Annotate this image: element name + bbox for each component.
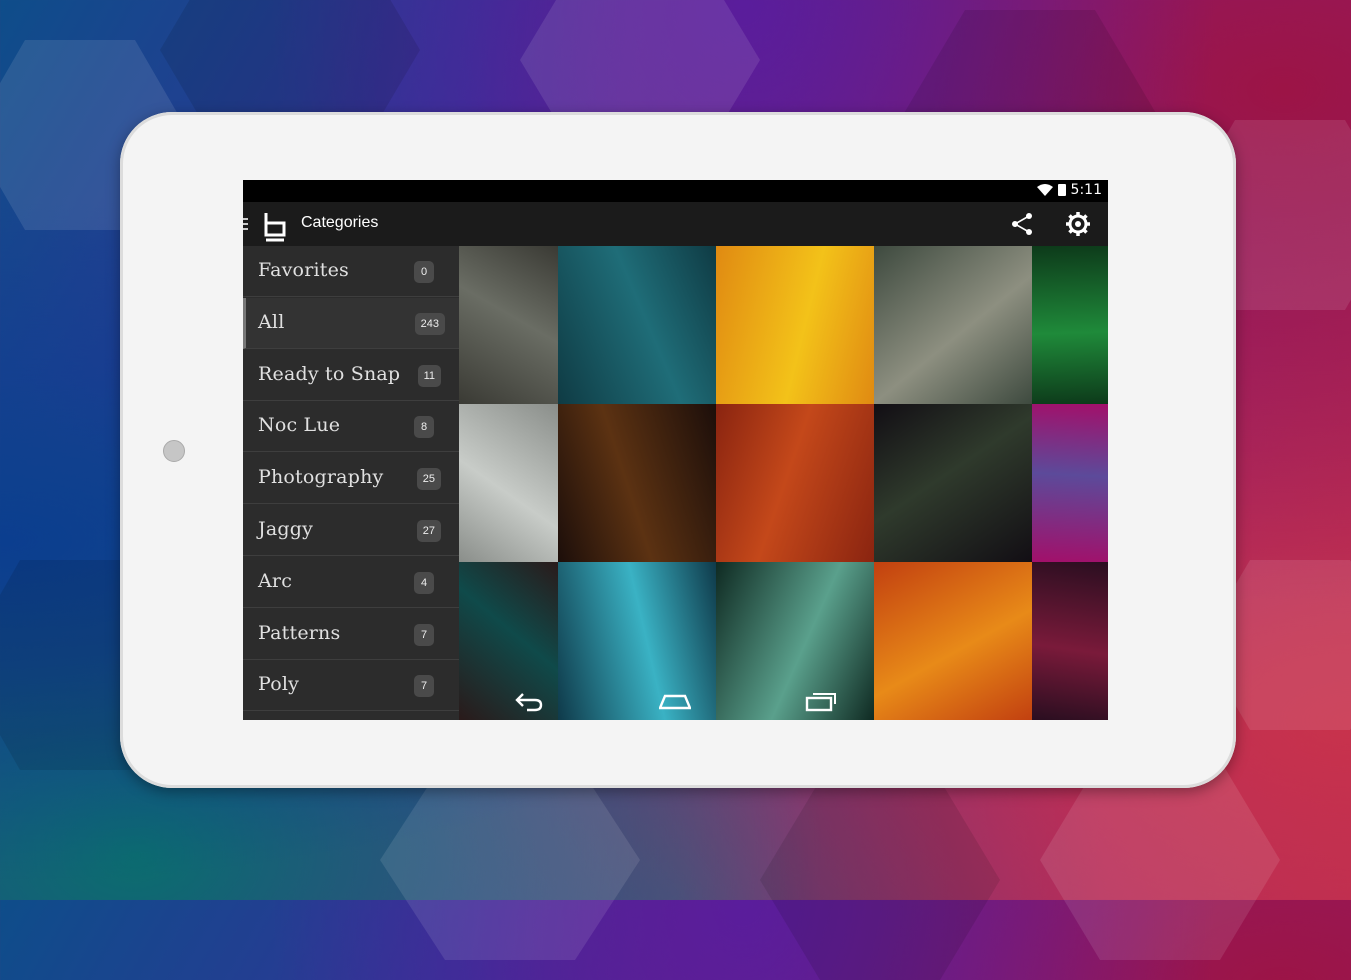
category-item[interactable]: Photography 25 (243, 453, 459, 505)
front-camera (163, 440, 185, 462)
category-count-badge: 27 (416, 520, 441, 542)
drawer-indicator-icon[interactable] (243, 218, 248, 230)
category-count-badge: 8 (414, 416, 434, 439)
wallpaper-tile[interactable] (874, 246, 1032, 404)
category-count-badge: 7 (414, 623, 434, 646)
category-label: Favorites (258, 259, 349, 281)
category-count-badge: 4 (414, 571, 434, 594)
wallpaper-tile[interactable] (459, 404, 558, 562)
category-item[interactable]: Favorites 0 (243, 246, 459, 297)
category-item[interactable]: Ready to Snap 11 (243, 350, 459, 401)
recents-icon[interactable] (805, 686, 837, 714)
wallpaper-tile[interactable] (874, 404, 1032, 562)
action-bar: Categories (243, 202, 1108, 246)
battery-icon (1057, 184, 1066, 196)
category-item[interactable]: All 243 (243, 297, 459, 349)
background-hexagon (380, 760, 640, 960)
background-hexagon (760, 780, 1000, 980)
wallpaper-tile[interactable] (1032, 246, 1108, 404)
gear-icon[interactable] (1065, 211, 1091, 237)
category-count-badge: 25 (416, 468, 441, 491)
category-drawer: Favorites 0 All 243 Ready to Snap 11 Noc Lue 8 P… (243, 246, 459, 720)
category-item[interactable]: Noc Lue 8 (243, 401, 459, 453)
category-label: Ready to Snap (258, 362, 401, 385)
device-screen: 5:11 Categories Favorites 0 All 243 Ready to… (243, 180, 1108, 720)
status-bar: 5:11 (243, 180, 1108, 202)
app-logo-b-icon[interactable] (263, 211, 287, 243)
category-count-badge: 243 (414, 312, 445, 335)
category-label: Patterns (258, 621, 341, 644)
wallpaper-tile[interactable] (1032, 404, 1108, 562)
category-count-badge: 11 (417, 364, 441, 387)
wallpaper-tile[interactable] (558, 246, 716, 404)
wallpaper-grid (459, 246, 1108, 720)
wallpaper-tile[interactable] (459, 246, 558, 404)
share-icon[interactable] (1009, 211, 1035, 237)
navigation-bar (459, 680, 1108, 720)
category-item[interactable]: Poly 7 (243, 660, 459, 712)
clock: 5:11 (1070, 182, 1102, 198)
category-item[interactable]: Arc 4 (243, 557, 459, 608)
category-item[interactable]: Patterns 7 (243, 609, 459, 660)
category-label: Noc Lue (258, 414, 341, 437)
page-title: Categories (301, 214, 379, 231)
category-count-badge: 0 (414, 261, 434, 283)
category-label: Photography (258, 466, 384, 489)
category-item[interactable]: Jaggy 27 (243, 505, 459, 556)
wallpaper-tile[interactable] (716, 404, 874, 562)
category-label: Poly (258, 673, 300, 696)
category-label: Jaggy (258, 518, 314, 540)
wallpaper-tile[interactable] (558, 404, 716, 562)
home-icon[interactable] (659, 686, 691, 714)
category-label: All (258, 310, 285, 333)
back-icon[interactable] (513, 686, 545, 714)
category-label: Arc (258, 569, 293, 592)
wifi-icon (1036, 184, 1053, 196)
background-hexagon (1040, 760, 1280, 960)
wallpaper-tile[interactable] (716, 246, 874, 404)
category-count-badge: 7 (414, 675, 434, 698)
